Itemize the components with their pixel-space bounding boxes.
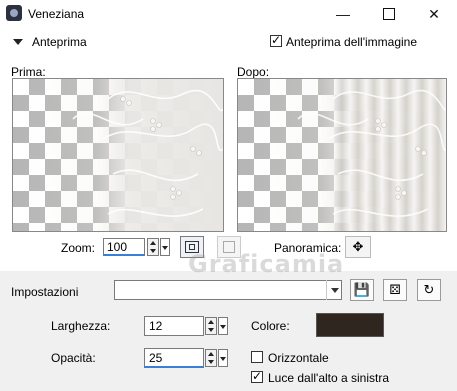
chevron-down-icon[interactable] — [326, 280, 342, 300]
show-preview-label[interactable]: Anteprima dell'immagine — [286, 35, 417, 49]
zoom-spinner[interactable] — [147, 238, 159, 256]
show-preview-checkbox[interactable] — [270, 33, 282, 47]
zoom-fit-button[interactable] — [180, 236, 204, 258]
horizontal-checkbox[interactable] — [251, 351, 263, 363]
pan-label: Panoramica: — [274, 241, 342, 255]
zoom-label: Zoom: — [61, 241, 96, 255]
app-icon — [6, 5, 22, 21]
before-preview-pane[interactable] — [12, 78, 224, 232]
opacity-input[interactable]: 25 — [144, 348, 204, 368]
collapse-arrow-icon[interactable] — [13, 39, 23, 45]
lace-pattern — [72, 89, 223, 217]
width-spinner[interactable] — [205, 317, 217, 335]
maximize-icon — [383, 8, 395, 20]
zoom-input[interactable]: 100 — [103, 238, 145, 256]
reset-button[interactable]: ↻ — [417, 279, 441, 301]
lace-pattern — [297, 89, 446, 217]
close-button[interactable]: ✕ — [411, 0, 457, 28]
preview-section-label[interactable]: Anteprima — [32, 35, 87, 49]
opacity-label: Opacità: — [51, 351, 96, 365]
horizontal-label[interactable]: Orizzontale — [268, 351, 329, 365]
actual-size-icon — [223, 241, 235, 253]
after-preview-pane[interactable] — [237, 78, 447, 232]
color-label: Colore: — [251, 319, 290, 333]
pan-button[interactable]: ✥ — [345, 236, 371, 258]
save-preset-button[interactable]: 💾 — [350, 279, 374, 301]
opacity-dropdown[interactable] — [218, 349, 228, 367]
width-label: Larghezza: — [51, 319, 111, 333]
width-dropdown[interactable] — [218, 317, 228, 335]
fit-icon — [185, 241, 199, 253]
minimize-button[interactable]: — — [320, 0, 366, 28]
preset-dropdown[interactable] — [114, 280, 342, 300]
zoom-dropdown[interactable] — [160, 238, 170, 256]
width-input[interactable]: 12 — [144, 316, 204, 336]
randomize-button[interactable]: ⚄ — [383, 279, 407, 301]
window-title: Veneziana — [28, 7, 85, 21]
light-top-left-checkbox[interactable] — [251, 369, 263, 383]
maximize-button[interactable] — [366, 0, 412, 28]
color-swatch[interactable] — [316, 313, 384, 337]
after-label: Dopo: — [237, 65, 270, 79]
light-top-left-label[interactable]: Luce dall'alto a sinistra — [268, 371, 389, 385]
presets-label: Impostazioni — [11, 285, 79, 299]
zoom-actual-size-button[interactable] — [217, 236, 241, 258]
before-label: Prima: — [11, 65, 46, 79]
opacity-spinner[interactable] — [205, 349, 217, 367]
